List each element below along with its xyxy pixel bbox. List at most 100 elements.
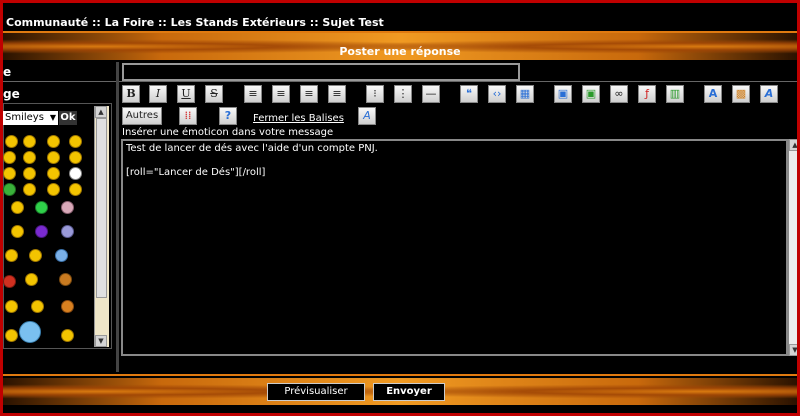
smiley-select-value: Smileys (5, 112, 44, 123)
justify-icon: ≡ (332, 87, 342, 100)
smiley-icon[interactable] (31, 300, 44, 313)
picture-icon: ▣ (585, 87, 597, 100)
section-header: Poster une réponse (3, 33, 797, 60)
smiley-icon[interactable] (5, 300, 18, 313)
smiley-icon[interactable] (3, 275, 16, 288)
row-divider (3, 81, 797, 82)
quote-icon: ❝ (466, 87, 472, 100)
smiley-icon[interactable] (61, 300, 74, 313)
image-button[interactable]: ▣ (554, 85, 572, 103)
smiley-category-select[interactable]: Smileys ▼ (3, 111, 58, 125)
smiley-icon[interactable] (23, 183, 36, 196)
smiley-icon[interactable] (61, 225, 74, 238)
section-title: Poster une réponse (339, 45, 461, 58)
font-style-button[interactable]: A (760, 85, 778, 103)
underline-button[interactable]: U (177, 85, 195, 103)
font-size-button[interactable]: A (358, 107, 376, 125)
scroll-up-arrow-icon[interactable]: ▲ (95, 106, 107, 118)
message-line: Test de lancer de dés avec l'aide d'un c… (126, 143, 378, 154)
strike-button[interactable]: S (205, 85, 223, 103)
smiley-icon[interactable] (47, 167, 60, 180)
smiley-icon[interactable] (23, 135, 36, 148)
smiley-icon[interactable] (47, 151, 60, 164)
bold-button[interactable]: B (122, 85, 140, 103)
smiley-icon[interactable] (61, 201, 74, 214)
smiley-icon[interactable] (47, 135, 60, 148)
close-tags-link[interactable]: Fermer les Balises (253, 113, 344, 124)
align-center-button[interactable]: ≡ (272, 85, 290, 103)
scroll-down-arrow-icon[interactable]: ▼ (789, 344, 797, 356)
page-frame: Communauté :: La Foire :: Les Stands Ext… (0, 0, 800, 416)
align-right-button[interactable]: ≡ (300, 85, 318, 103)
scroll-thumb[interactable] (96, 118, 107, 298)
smiley-icon[interactable] (3, 151, 16, 164)
font-style-icon: A (764, 87, 774, 100)
quote-button[interactable]: ❝ (460, 85, 478, 103)
color-button[interactable]: ▩ (732, 85, 750, 103)
scroll-down-arrow-icon[interactable]: ▼ (95, 335, 107, 347)
flash-icon: ƒ (645, 87, 649, 100)
align-center-icon: ≡ (276, 87, 286, 100)
smiley-icon[interactable] (55, 249, 68, 262)
smiley-icon[interactable] (19, 321, 41, 343)
link-button[interactable]: ∞ (610, 85, 628, 103)
smiley-icon[interactable] (59, 273, 72, 286)
bottom-divider (3, 374, 797, 376)
smiley-icon[interactable] (61, 329, 74, 342)
table-icon: ▦ (519, 87, 531, 100)
preview-button[interactable]: Prévisualiser (267, 383, 365, 401)
smiley-icon[interactable] (3, 167, 16, 180)
smiley-icon[interactable] (69, 135, 82, 148)
smiley-icon[interactable] (23, 167, 36, 180)
smiley-icon[interactable] (11, 225, 24, 238)
scroll-up-arrow-icon[interactable]: ▲ (789, 139, 797, 151)
horizontal-rule-icon: — (425, 87, 437, 100)
font-button[interactable]: A (704, 85, 722, 103)
breadcrumb-text[interactable]: Communauté :: La Foire :: Les Stands Ext… (6, 16, 384, 29)
video-button[interactable]: ▥ (666, 85, 684, 103)
smiley-icon[interactable] (5, 329, 18, 342)
bullet-list-button[interactable]: ⁝ (366, 85, 384, 103)
table-button[interactable]: ▦ (516, 85, 534, 103)
chevron-down-icon: ▼ (49, 113, 56, 122)
subject-input[interactable] (122, 63, 520, 81)
align-left-button[interactable]: ≡ (244, 85, 262, 103)
italic-button[interactable]: I (149, 85, 167, 103)
code-icon: ‹› (492, 87, 502, 100)
smiley-scrollbar[interactable]: ▲ ▼ (94, 106, 109, 347)
message-line: [roll="Lancer de Dés"][/roll] (126, 167, 266, 178)
textarea-scrollbar[interactable]: ▲ ▼ (788, 139, 797, 356)
dice-button[interactable]: ⁞⁞ (179, 107, 197, 125)
smiley-icon[interactable] (23, 151, 36, 164)
hr-button[interactable]: — (422, 85, 440, 103)
smiley-icon[interactable] (35, 201, 48, 214)
flash-button[interactable]: ƒ (638, 85, 656, 103)
column-separator (116, 62, 119, 372)
upload-image-button[interactable]: ▣ (582, 85, 600, 103)
align-left-icon: ≡ (248, 87, 258, 100)
breadcrumb[interactable]: Communauté :: La Foire :: Les Stands Ext… (3, 15, 384, 31)
smiley-icon[interactable] (35, 225, 48, 238)
code-button[interactable]: ‹› (488, 85, 506, 103)
autres-button[interactable]: Autres (122, 107, 162, 125)
smiley-icon[interactable] (69, 167, 82, 180)
smiley-ok-button[interactable]: Ok (59, 111, 77, 125)
smiley-icon[interactable] (69, 183, 82, 196)
numbered-list-button[interactable]: ⋮ (394, 85, 412, 103)
smiley-icon[interactable] (47, 183, 60, 196)
message-textarea[interactable]: Test de lancer de dés avec l'aide d'un c… (121, 139, 788, 356)
smiley-icon[interactable] (69, 151, 82, 164)
help-button[interactable]: ? (219, 107, 237, 125)
justify-button[interactable]: ≡ (328, 85, 346, 103)
link-icon: ∞ (614, 87, 624, 100)
smiley-icon[interactable] (25, 273, 38, 286)
dice-icon: ⁞⁞ (184, 109, 192, 122)
film-icon: ▥ (669, 87, 681, 100)
smiley-icon[interactable] (29, 249, 42, 262)
smiley-icon[interactable] (5, 249, 18, 262)
subject-label: e (3, 65, 12, 79)
send-button[interactable]: Envoyer (373, 383, 445, 401)
smiley-icon[interactable] (5, 135, 18, 148)
smiley-icon[interactable] (3, 183, 16, 196)
smiley-icon[interactable] (11, 201, 24, 214)
